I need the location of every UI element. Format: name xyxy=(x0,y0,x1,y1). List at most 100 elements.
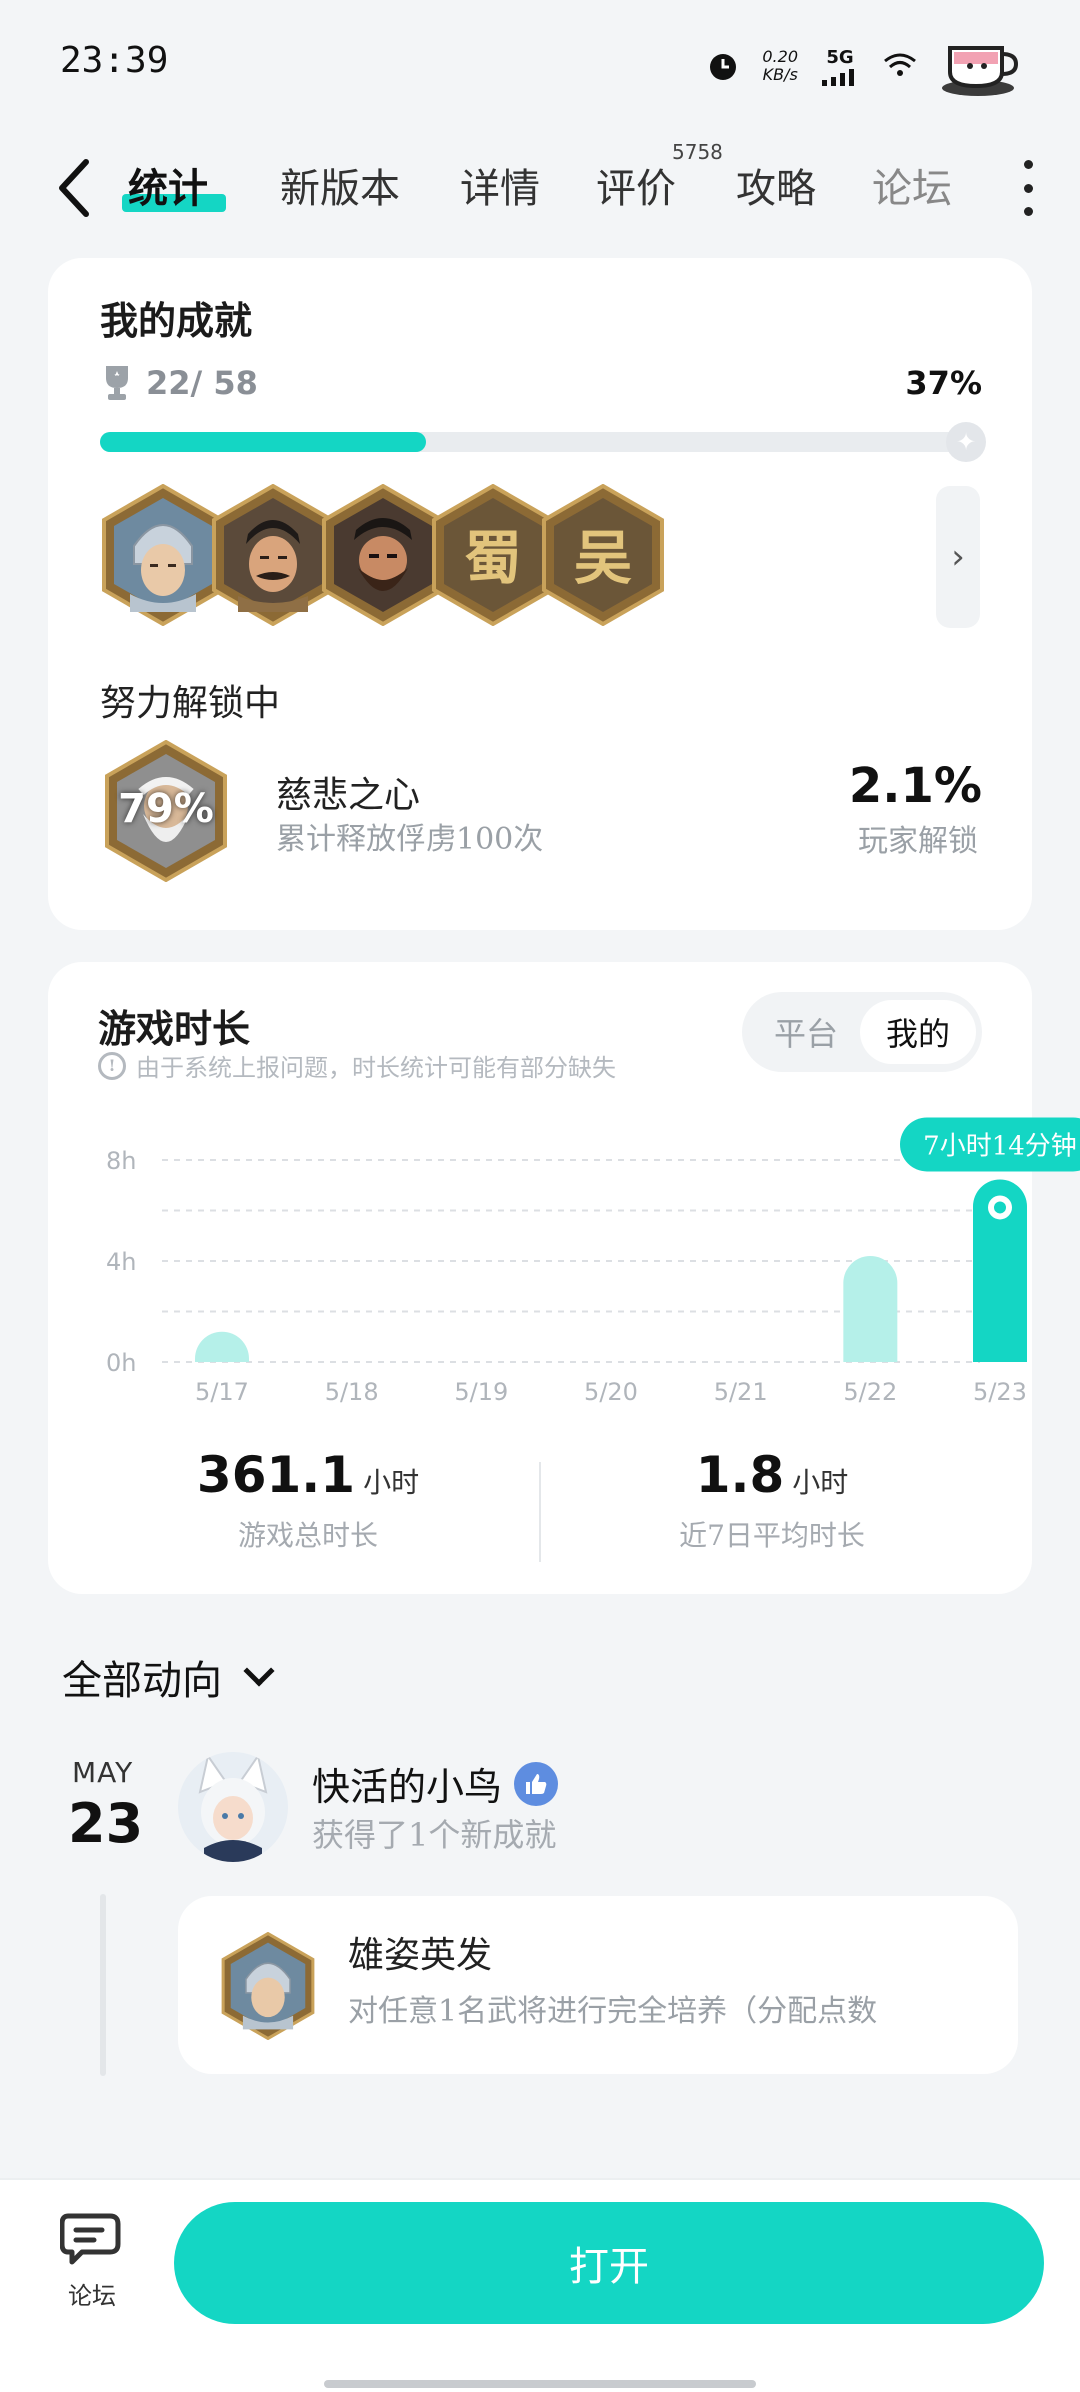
feed-achievement-badge xyxy=(220,1931,316,2041)
alarm-icon xyxy=(710,54,737,80)
status-icons: 0.20 KB/s 5G xyxy=(706,34,1020,98)
chart-tooltip-text: 7小时14分钟 xyxy=(923,1131,1077,1161)
forum-label: 论坛 xyxy=(68,2282,116,2310)
unlocking-title: 努力解锁中 xyxy=(100,683,281,724)
bar-marker-dot xyxy=(994,1201,1006,1214)
unlock-rate-label: 玩家解锁 xyxy=(858,824,978,859)
review-count-badge: 5758 xyxy=(672,140,723,164)
avg-playtime-label: 近7日平均时长 xyxy=(679,1519,865,1552)
badges-next-button[interactable]: › xyxy=(936,486,980,628)
feed-user[interactable]: 快活的小鸟 xyxy=(312,1756,559,1811)
playtime-note: ! 由于系统上报问题，时长统计可能有部分缺失 xyxy=(98,1048,616,1083)
total-playtime-unit: 小时 xyxy=(363,1466,420,1499)
achievement-badge[interactable] xyxy=(320,483,446,627)
feed-date-day: 23 xyxy=(68,1792,144,1855)
y-tick-label: 4h xyxy=(106,1248,136,1276)
chevron-down-icon xyxy=(243,1655,275,1687)
feed-achievement-title: 雄姿英发 xyxy=(348,1935,493,1976)
network-type: 5G xyxy=(826,46,854,68)
back-button[interactable] xyxy=(52,156,100,220)
thumbs-up-icon xyxy=(514,1761,559,1806)
info-icon: ! xyxy=(98,1051,126,1080)
avg-playtime-unit: 小时 xyxy=(792,1466,849,1499)
status-time: 23:39 xyxy=(60,40,169,81)
more-dot xyxy=(1023,183,1033,193)
achievement-progress-bar: ✦ xyxy=(100,422,986,462)
svg-text:蜀: 蜀 xyxy=(464,524,522,592)
x-tick-label: 5/23 xyxy=(973,1378,1027,1406)
back-arrow-icon xyxy=(59,159,89,217)
x-tick-label: 5/19 xyxy=(454,1378,508,1406)
chat-bubble-icon xyxy=(59,2213,121,2265)
home-indicator[interactable] xyxy=(324,2380,756,2388)
forum-button[interactable]: 论坛 xyxy=(50,2210,134,2311)
top-tab-bar: 统计 新版本 详情 评价 5758 攻略 论坛 xyxy=(0,140,1080,228)
playtime-chart-svg: 8h 4h 0h 5/17 5/18 5/19 5/20 5/21 5/22 7小时14分钟 5/2… xyxy=(106,1117,1080,1406)
chevron-right-icon: › xyxy=(951,537,965,577)
tab-guides[interactable]: 攻略 xyxy=(736,156,816,214)
unlocking-achievement-name: 慈悲之心 xyxy=(276,775,421,816)
cellular-signal: 5G xyxy=(820,47,860,86)
avatar[interactable] xyxy=(178,1752,288,1862)
timeline-line xyxy=(100,1894,106,2076)
unlocking-badge[interactable]: 79% xyxy=(102,739,230,883)
unlocking-achievement-desc: 累计释放俘虏100次 xyxy=(276,822,544,857)
trophy-end-icon: ✦ xyxy=(946,422,986,462)
signal-bars-icon xyxy=(822,68,854,86)
wu-seal-icon: 吴 xyxy=(542,483,664,627)
feed-username[interactable]: 快活的小鸟 xyxy=(312,1756,502,1811)
feed-activity-text: 获得了1个新成就 xyxy=(312,1816,557,1854)
playtime-note-text: 由于系统上报问题，时长统计可能有部分缺失 xyxy=(136,1054,616,1082)
chart-bar xyxy=(843,1255,898,1362)
segment-mine[interactable]: 我的 xyxy=(860,1000,976,1064)
achievement-badge[interactable]: 吴 xyxy=(540,483,666,627)
feed-date-month: MAY xyxy=(72,1756,134,1789)
tab-new-version[interactable]: 新版本 xyxy=(280,156,400,214)
achievements-title: 我的成就 xyxy=(100,298,253,343)
x-tick-label: 5/18 xyxy=(325,1378,379,1406)
more-options-button[interactable] xyxy=(1016,160,1040,216)
chart-bar xyxy=(195,1331,249,1362)
playtime-source-toggle: 平台 我的 xyxy=(742,992,982,1072)
battery-teacup-icon xyxy=(942,46,1019,96)
warrior-silver-helmet-icon xyxy=(221,1931,315,2041)
unlock-progress-percent: 79% xyxy=(118,786,214,832)
tab-reviews[interactable]: 评价 xyxy=(596,156,676,214)
achievement-count-text: 22/ 58 xyxy=(146,364,258,402)
feed-filter-label: 全部动向 xyxy=(62,1658,222,1704)
total-playtime-label: 游戏总时长 xyxy=(237,1519,378,1552)
x-tick-label: 5/22 xyxy=(843,1378,897,1406)
avg-playtime-value: 1.8 xyxy=(695,1446,785,1504)
more-dot xyxy=(1023,207,1033,216)
achievement-badges: 蜀 吴 › xyxy=(100,483,980,632)
bottom-action-bar: 论坛 打开 xyxy=(0,2178,1080,2392)
feed-achievement-card[interactable]: 雄姿英发 对任意1名武将进行完全培养（分配点数 xyxy=(178,1896,1018,2074)
avg-playtime-stat: 1.8 小时 近7日平均时长 xyxy=(572,1446,972,1554)
tab-forum[interactable]: 论坛 xyxy=(872,156,952,214)
fox-girl-avatar-icon xyxy=(178,1752,288,1862)
tab-details[interactable]: 详情 xyxy=(460,156,540,214)
achievement-badge[interactable] xyxy=(100,483,226,627)
x-tick-label: 5/17 xyxy=(195,1378,249,1406)
open-game-button[interactable]: 打开 xyxy=(174,2202,1044,2324)
shu-seal-icon: 蜀 xyxy=(432,483,554,627)
segment-platform[interactable]: 平台 xyxy=(748,1000,864,1064)
network-speed-value: 0.20 xyxy=(762,47,798,66)
achievement-progress-fill xyxy=(100,432,426,452)
feed-achievement-desc: 对任意1名武将进行完全培养（分配点数 xyxy=(348,1994,878,2029)
playtime-title: 游戏时长 xyxy=(98,1006,251,1051)
feed-filter-dropdown[interactable]: 全部动向 xyxy=(62,1648,275,1706)
more-dot xyxy=(1023,160,1033,169)
y-tick-label: 8h xyxy=(106,1147,136,1175)
wifi-icon xyxy=(884,53,916,76)
y-tick-label: 0h xyxy=(106,1349,136,1377)
total-playtime-stat: 361.1 小时 游戏总时长 xyxy=(108,1446,508,1554)
tab-stats[interactable]: 统计 xyxy=(128,156,208,214)
warrior-mustache-icon xyxy=(212,483,334,627)
achievement-percent: 37% xyxy=(905,364,982,402)
total-playtime-value: 361.1 xyxy=(196,1446,356,1504)
achievement-badge[interactable] xyxy=(210,483,336,627)
network-speed: 0.20 KB/s xyxy=(762,48,798,84)
x-tick-label: 5/21 xyxy=(714,1378,768,1406)
achievement-badge[interactable]: 蜀 xyxy=(430,483,556,627)
